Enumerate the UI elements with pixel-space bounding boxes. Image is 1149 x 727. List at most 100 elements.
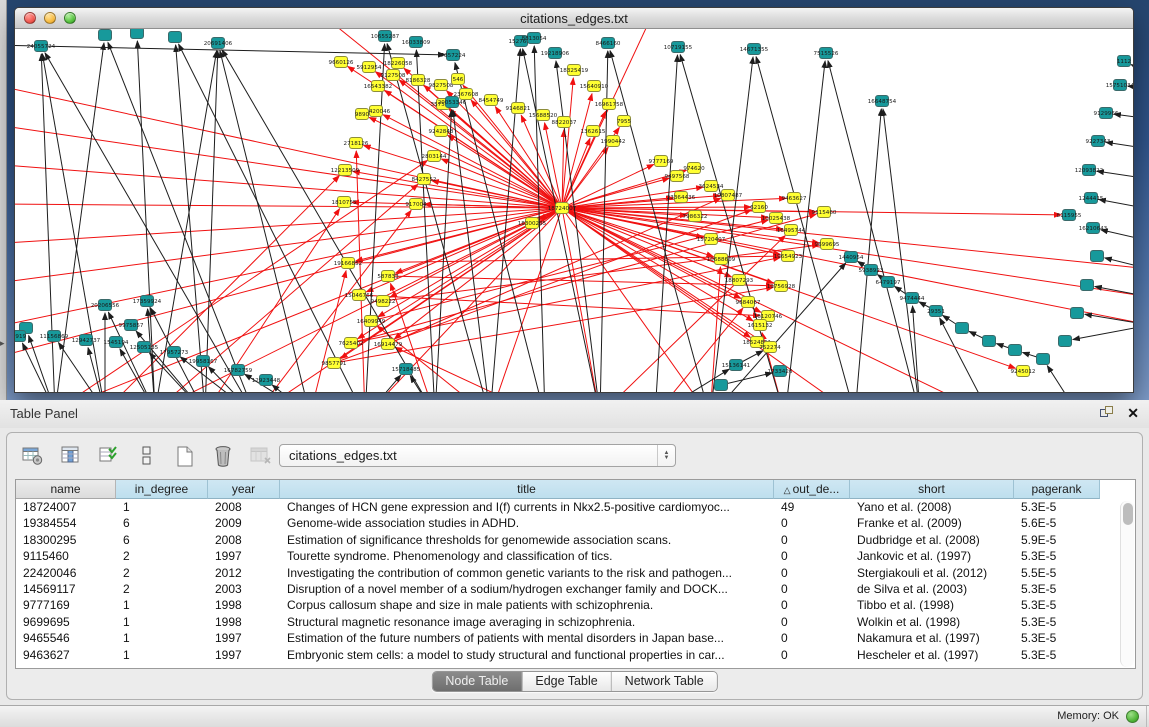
graph-node-yellow[interactable]: 16914479 bbox=[374, 339, 403, 350]
column-header-short[interactable]: short bbox=[850, 480, 1014, 499]
select-rows-check-icon[interactable] bbox=[95, 443, 122, 469]
graph-node-yellow[interactable]: 9245012 bbox=[1011, 366, 1036, 377]
citation-edge-red[interactable] bbox=[15, 164, 562, 208]
graph-node-teal[interactable]: 8466160 bbox=[596, 38, 621, 49]
citation-edge-black[interactable] bbox=[1073, 325, 1133, 340]
citation-edge-black[interactable] bbox=[883, 109, 920, 392]
citation-edge-black[interactable] bbox=[365, 375, 401, 392]
table-settings-icon[interactable] bbox=[19, 443, 46, 469]
graph-node-yellow[interactable]: 10688609 bbox=[707, 254, 736, 265]
table-row[interactable]: 946554611997Estimation of the future num… bbox=[16, 630, 1135, 646]
graph-node-teal[interactable]: 3919 bbox=[15, 331, 27, 342]
graph-node-yellow[interactable]: 9890 bbox=[355, 109, 370, 120]
graph-node-yellow[interactable]: 9463627 bbox=[782, 193, 807, 204]
column-header-title[interactable]: title bbox=[280, 480, 774, 499]
graph-node-yellow[interactable]: 15720407 bbox=[697, 234, 726, 245]
select-column-icon[interactable] bbox=[57, 443, 84, 469]
graph-node-teal[interactable]: 24055724 bbox=[27, 41, 56, 52]
graph-node-yellow[interactable]: 9146821 bbox=[506, 103, 531, 114]
graph-node-teal[interactable] bbox=[169, 32, 182, 43]
graph-node-yellow[interactable]: 12213509 bbox=[331, 165, 360, 176]
table-row[interactable]: 2242004622012Investigating the contribut… bbox=[16, 565, 1135, 581]
graph-node-teal[interactable]: 16648754 bbox=[868, 96, 897, 107]
citation-edge-black[interactable] bbox=[88, 348, 105, 392]
graph-node-yellow[interactable]: 16543382 bbox=[364, 81, 392, 92]
citation-edge-black[interactable] bbox=[1099, 199, 1133, 209]
column-header-name[interactable]: name bbox=[16, 480, 116, 499]
graph-node-teal[interactable]: 1112 bbox=[1117, 56, 1131, 67]
graph-node-teal[interactable]: 9227343 bbox=[1086, 136, 1111, 147]
memory-ok-indicator-icon[interactable] bbox=[1126, 710, 1139, 723]
network-window[interactable]: citations_edges.txt 18724007966012659129… bbox=[14, 7, 1134, 393]
table-panel-header[interactable]: Table Panel ✕ bbox=[0, 400, 1149, 428]
table-row[interactable]: 946362711997Embryonic stem cells: a mode… bbox=[16, 647, 1135, 663]
graph-node-yellow[interactable]: 1990442 bbox=[601, 136, 626, 147]
graph-node-yellow[interactable]: 3624534 bbox=[699, 181, 724, 192]
graph-node-yellow[interactable]: 9242848 bbox=[429, 126, 454, 137]
scrollbar-thumb[interactable] bbox=[1123, 503, 1133, 525]
citation-edge-black[interactable] bbox=[205, 51, 218, 392]
graph-node-teal[interactable] bbox=[715, 380, 728, 391]
citation-edge-black[interactable] bbox=[1105, 258, 1133, 269]
citation-edge-black[interactable] bbox=[828, 61, 920, 392]
graph-node-yellow[interactable]: 1362615 bbox=[581, 126, 606, 137]
citation-edge-red[interactable] bbox=[356, 151, 365, 392]
graph-node-yellow[interactable]: 2718126 bbox=[344, 138, 369, 149]
citation-edge-red[interactable] bbox=[388, 198, 721, 344]
graph-node-yellow[interactable]: 9777169 bbox=[649, 156, 674, 167]
graph-node-yellow[interactable]: 23364436 bbox=[667, 192, 696, 203]
graph-node-teal[interactable] bbox=[1081, 280, 1094, 291]
graph-node-yellow[interactable]: 16961758 bbox=[595, 99, 624, 110]
graph-node-yellow[interactable]: 16409949 bbox=[357, 316, 386, 327]
graph-node-teal[interactable]: 17957273 bbox=[160, 347, 189, 358]
graph-node-teal[interactable] bbox=[1071, 308, 1084, 319]
graph-node-yellow[interactable]: 19654923 bbox=[774, 251, 803, 262]
table-row[interactable]: 1456911722003Disruption of a novel membe… bbox=[16, 581, 1135, 597]
graph-node-yellow[interactable]: 18226058 bbox=[384, 58, 413, 69]
table-row[interactable]: 1938455462009Genome-wide association stu… bbox=[16, 515, 1135, 531]
citation-edge-black[interactable] bbox=[1085, 314, 1133, 325]
graph-node-yellow[interactable]: 5912954 bbox=[357, 62, 382, 73]
table-row[interactable]: 977716911998Corpus callosum shape and si… bbox=[16, 597, 1135, 613]
graph-node-teal[interactable]: 16782759 bbox=[224, 365, 253, 376]
graph-node-teal[interactable]: 5938923 bbox=[859, 265, 884, 276]
graph-node-yellow[interactable]: 8454749 bbox=[479, 95, 504, 106]
graph-node-yellow[interactable]: 8427552 bbox=[412, 174, 437, 185]
column-header-in_degree[interactable]: in_degree bbox=[116, 480, 208, 499]
graph-node-yellow[interactable]: 7955 bbox=[617, 116, 632, 127]
graph-node-teal[interactable]: 8813054 bbox=[522, 33, 547, 44]
graph-node-teal[interactable] bbox=[956, 323, 969, 334]
graph-node-teal[interactable] bbox=[1091, 251, 1104, 262]
graph-node-yellow[interactable]: 1810755 bbox=[332, 197, 357, 208]
combobox-stepper-icon[interactable]: ▲▼ bbox=[657, 445, 675, 466]
graph-node-teal[interactable]: 6479197 bbox=[876, 277, 901, 288]
graph-node-yellow[interactable]: 9660126 bbox=[329, 57, 354, 68]
graph-node-yellow[interactable]: 9497568 bbox=[665, 171, 690, 182]
graph-node-teal[interactable]: 12093822 bbox=[1075, 165, 1103, 176]
citation-edge-black[interactable] bbox=[179, 44, 365, 392]
tab-network-table[interactable]: Network Table bbox=[612, 672, 717, 691]
graph-node-yellow[interactable]: 9115460 bbox=[812, 207, 837, 218]
graph-node-teal[interactable]: 8115955 bbox=[1057, 210, 1082, 221]
graph-node-teal[interactable]: 1244415 bbox=[1079, 193, 1104, 204]
graph-node-teal[interactable]: 11156869 bbox=[40, 331, 69, 342]
graph-node-teal[interactable]: 20206556 bbox=[91, 300, 120, 311]
citation-edge-red[interactable] bbox=[562, 29, 655, 208]
citation-edge-red[interactable] bbox=[448, 135, 562, 208]
close-panel-icon[interactable]: ✕ bbox=[1127, 404, 1139, 422]
graph-node-yellow[interactable]: 62160 bbox=[750, 202, 768, 213]
citation-edge-red[interactable] bbox=[562, 208, 990, 392]
graph-node-teal[interactable]: 15751034 bbox=[1106, 80, 1133, 91]
graph-node-teal[interactable]: 29351 bbox=[927, 306, 945, 317]
graph-node-teal[interactable]: 1545194 bbox=[104, 337, 129, 348]
graph-node-teal[interactable]: 19218906 bbox=[541, 48, 570, 59]
graph-node-teal[interactable]: 15718485 bbox=[392, 364, 421, 375]
graph-node-teal[interactable]: 14671355 bbox=[740, 44, 769, 55]
graph-node-teal[interactable] bbox=[99, 30, 112, 41]
graph-node-teal[interactable] bbox=[131, 29, 144, 39]
graph-node-teal[interactable]: 20691406 bbox=[204, 38, 233, 49]
citation-edge-red[interactable] bbox=[369, 117, 562, 208]
window-titlebar[interactable]: citations_edges.txt bbox=[15, 8, 1133, 29]
float-panel-icon[interactable] bbox=[1100, 406, 1115, 420]
merge-rows-icon[interactable] bbox=[133, 443, 160, 469]
